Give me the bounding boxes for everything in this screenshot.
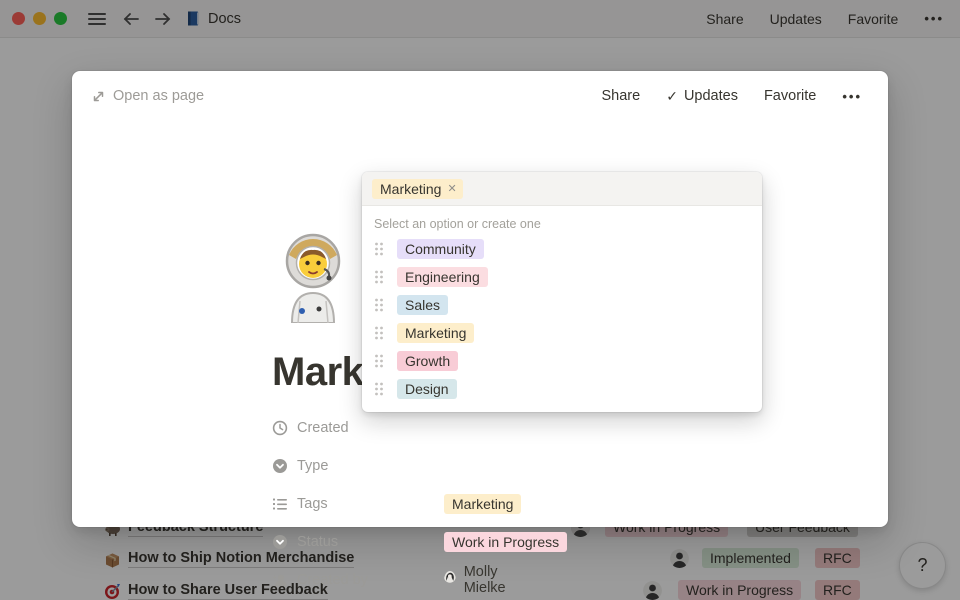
property-tags[interactable]: Tags (272, 496, 442, 512)
property-label: Created by (297, 572, 368, 588)
property-row-created-by: Created by Molly Mielke (272, 569, 442, 591)
drag-handle-icon[interactable] (374, 241, 384, 257)
dropdown-option-growth[interactable]: Growth (362, 347, 762, 375)
modal-more-button[interactable]: ••• (842, 89, 862, 104)
option-chip[interactable]: Engineering (397, 267, 488, 287)
option-chip[interactable]: Growth (397, 351, 458, 371)
option-chip[interactable]: Community (397, 239, 484, 259)
woman-astronaut-emoji-icon[interactable] (278, 231, 348, 323)
dropdown-option-sales[interactable]: Sales (362, 291, 762, 319)
selected-tag-label: Marketing (380, 181, 441, 197)
property-row-created: Created (272, 417, 442, 439)
dropdown-option-design[interactable]: Design (362, 375, 762, 403)
multi-select-list-icon (272, 496, 288, 512)
dropdown-option-marketing[interactable]: Marketing (362, 319, 762, 347)
modal-share-button[interactable]: Share (602, 88, 641, 104)
modal-header: Open as page Share ✓ Updates Favorite ••… (72, 71, 888, 121)
option-chip[interactable]: Sales (397, 295, 448, 315)
person-icon (272, 572, 288, 588)
dropdown-option-community[interactable]: Community (362, 235, 762, 263)
drag-handle-icon[interactable] (374, 325, 384, 341)
option-chip[interactable]: Marketing (397, 323, 474, 343)
open-as-page-label: Open as page (113, 88, 204, 104)
status-value-chip[interactable]: Work in Progress (444, 532, 567, 552)
clock-icon (272, 420, 288, 436)
select-icon (272, 458, 288, 474)
select-icon (272, 534, 288, 550)
modal-favorite-button[interactable]: Favorite (764, 88, 816, 104)
property-created[interactable]: Created (272, 420, 442, 436)
created-by-value[interactable]: Molly Mielke (444, 564, 513, 596)
check-icon: ✓ (666, 88, 678, 105)
remove-tag-icon[interactable]: ✕ (447, 182, 456, 195)
open-as-page-button[interactable]: Open as page (92, 88, 204, 104)
created-by-name: Molly Mielke (464, 564, 513, 596)
property-status[interactable]: Status (272, 534, 442, 550)
drag-handle-icon[interactable] (374, 269, 384, 285)
expand-diagonal-icon (92, 90, 105, 103)
property-row-tags: Tags Marketing (272, 493, 442, 515)
drag-handle-icon[interactable] (374, 297, 384, 313)
dropdown-option-engineering[interactable]: Engineering (362, 263, 762, 291)
property-row-status: Status Work in Progress (272, 531, 442, 553)
option-chip[interactable]: Design (397, 379, 457, 399)
property-created-by[interactable]: Created by (272, 572, 442, 588)
property-label: Created (297, 420, 349, 436)
property-label: Tags (297, 496, 328, 512)
property-row-type: Type (272, 455, 442, 477)
selected-tag-chip[interactable]: Marketing ✕ (372, 179, 463, 199)
modal-updates-label: Updates (684, 88, 738, 104)
tag-input-area[interactable]: Marketing ✕ (362, 172, 762, 206)
modal-updates-button[interactable]: ✓ Updates (666, 88, 738, 105)
property-label: Type (297, 458, 328, 474)
drag-handle-icon[interactable] (374, 381, 384, 397)
tags-value-chip[interactable]: Marketing (444, 494, 521, 514)
drag-handle-icon[interactable] (374, 353, 384, 369)
property-type[interactable]: Type (272, 458, 442, 474)
dropdown-hint-text: Select an option or create one (374, 217, 750, 231)
tag-select-dropdown: Marketing ✕ Select an option or create o… (362, 172, 762, 412)
property-label: Status (297, 534, 338, 550)
molly-avatar (444, 571, 456, 590)
